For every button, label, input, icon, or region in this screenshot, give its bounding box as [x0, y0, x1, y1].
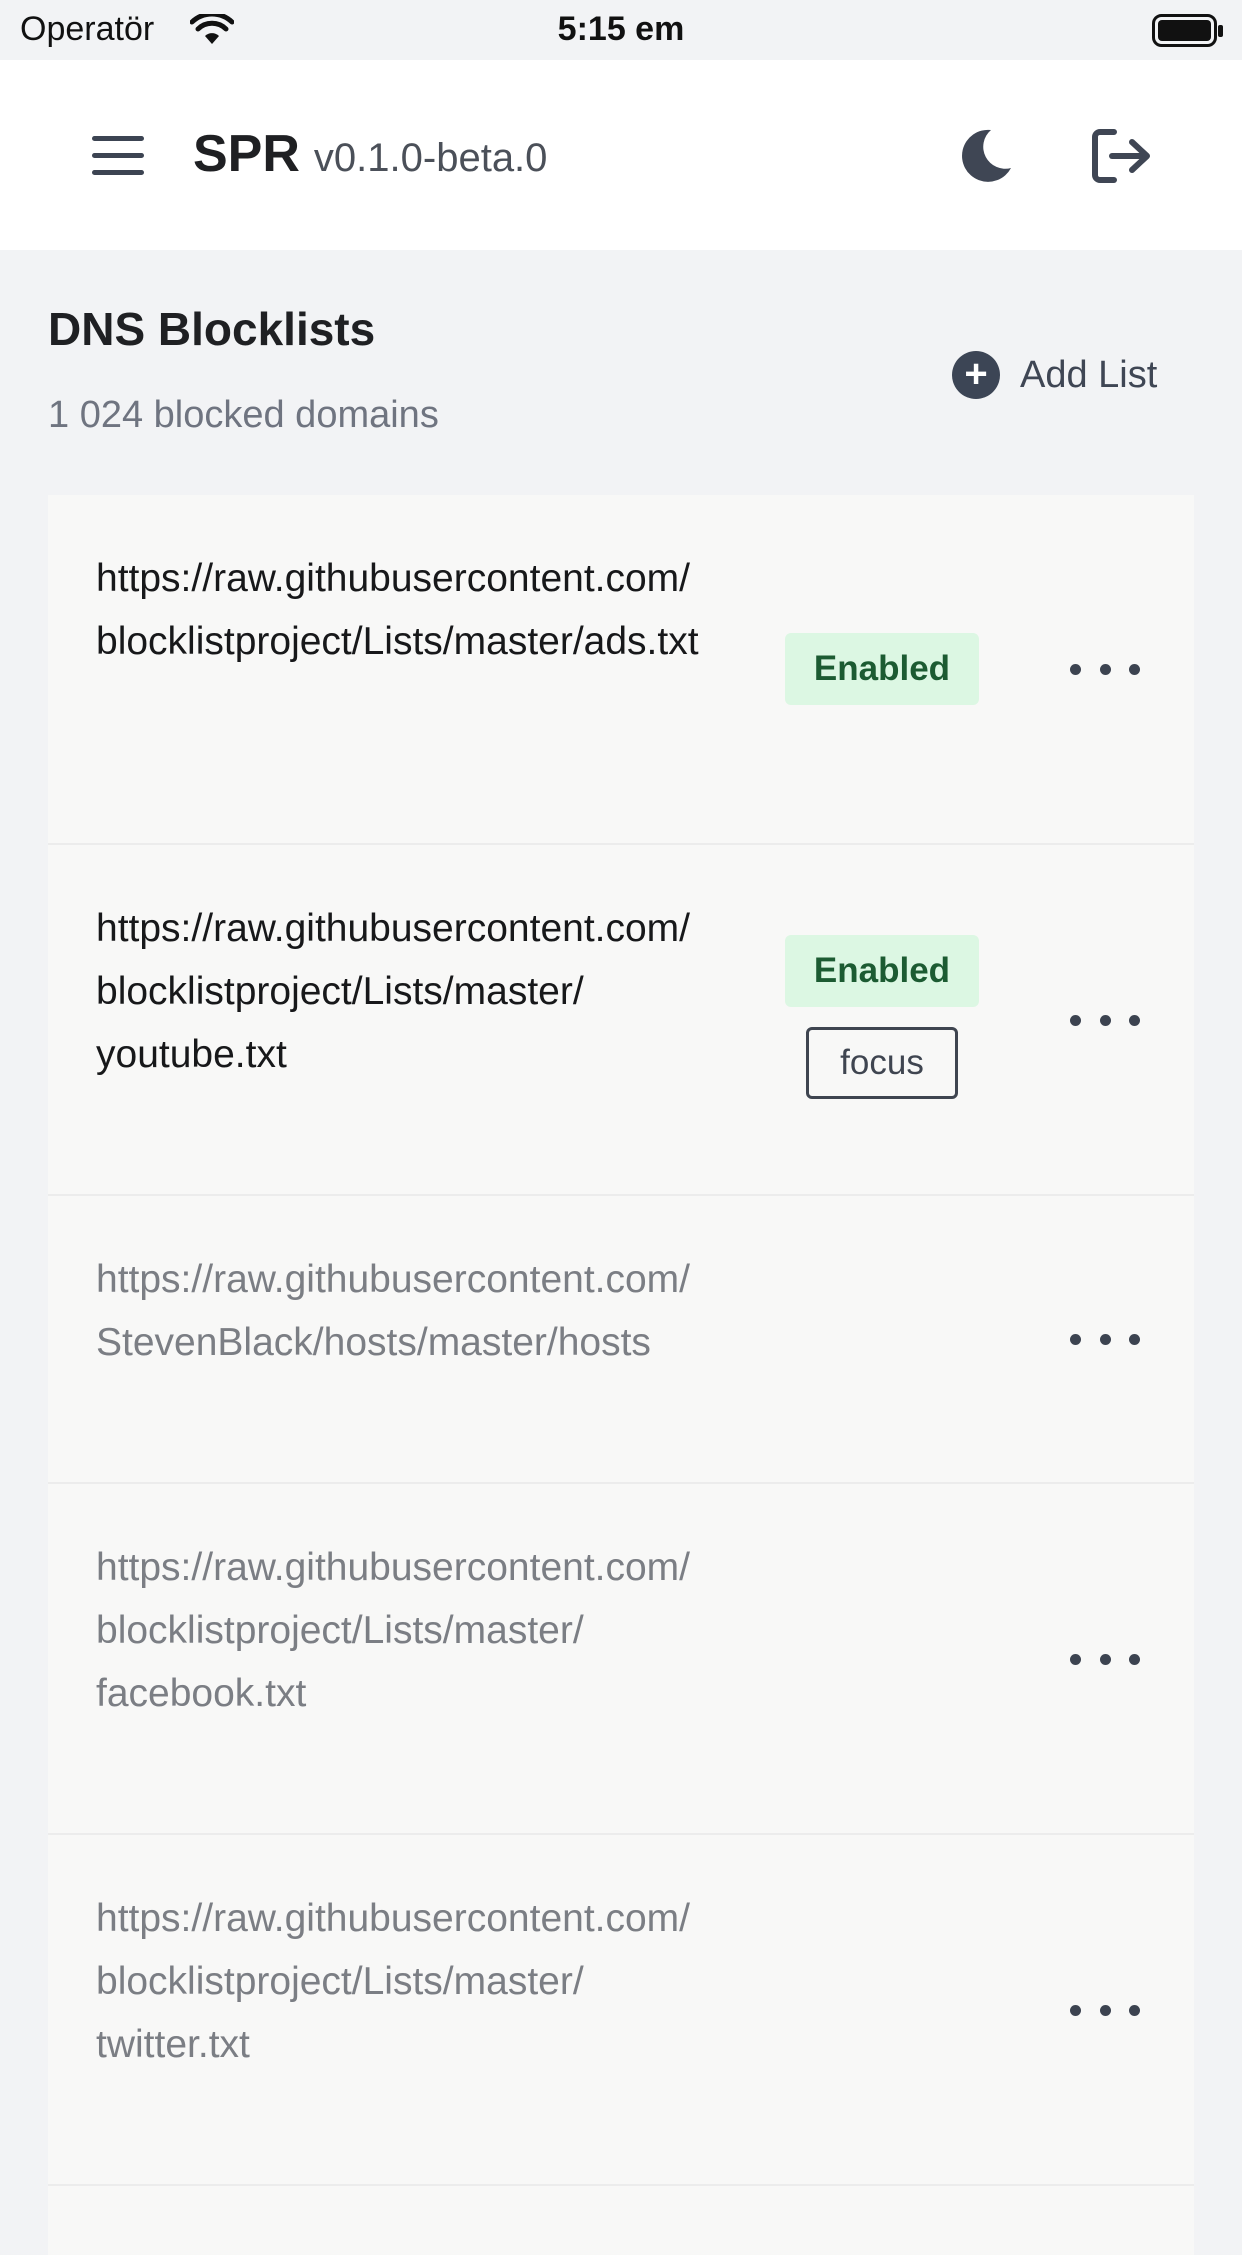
list-item[interactable]: https://raw.githubusercontent.com/blockl…	[48, 1484, 1194, 1835]
list-url: https://raw.githubusercontent.com/blockl…	[96, 907, 691, 1076]
brand-name: SPR	[193, 125, 300, 183]
app-header: SPR v0.1.0-beta.0	[0, 60, 1242, 250]
list-url: https://raw.githubusercontent.com/Steven…	[96, 1258, 691, 1364]
status-badge: Enabled	[785, 633, 979, 705]
menu-icon[interactable]	[92, 136, 146, 176]
list-item[interactable]: https://raw.githubusercontent.com/blockl…	[48, 495, 1194, 845]
status-badge: Enabled	[785, 935, 979, 1007]
blocked-domains-count: 1 024 blocked domains	[48, 394, 439, 436]
list-item[interactable]: https://raw.githubusercontent.com/Steven…	[48, 1196, 1194, 1484]
list-item[interactable]: https://raw.githubusercontent.com/blockl…	[48, 845, 1194, 1196]
moon-icon[interactable]	[955, 126, 1015, 186]
blocklist-list: https://raw.githubusercontent.com/blockl…	[48, 495, 1194, 2255]
list-item[interactable]: https://raw.githubusercontent.com/blockl…	[48, 1835, 1194, 2186]
version-label: v0.1.0-beta.0	[313, 136, 548, 180]
brand: SPR v0.1.0-beta.0	[193, 124, 547, 184]
list-url: https://raw.githubusercontent.com/blockl…	[96, 1546, 691, 1715]
battery-icon	[1152, 14, 1223, 47]
page-title: DNS Blocklists	[48, 303, 376, 355]
add-list-label: Add List	[1020, 353, 1158, 396]
more-options-icon[interactable]	[1070, 1990, 1140, 2030]
more-options-icon[interactable]	[1070, 649, 1140, 689]
clock: 5:15 em	[557, 10, 685, 48]
more-options-icon[interactable]	[1070, 1639, 1140, 1679]
plus-circle-icon: +	[952, 351, 1000, 399]
logout-icon[interactable]	[1090, 126, 1154, 186]
list-url: https://raw.githubusercontent.com/blockl…	[96, 1897, 691, 2066]
status-bar: Operatör 5:15 em	[0, 0, 1242, 60]
list-url: https://raw.githubusercontent.com/blockl…	[96, 557, 699, 663]
tag-badge: focus	[806, 1027, 958, 1099]
add-list-button[interactable]: + Add List	[952, 350, 1157, 400]
more-options-icon[interactable]	[1070, 1000, 1140, 1040]
more-options-icon[interactable]	[1070, 1319, 1140, 1359]
